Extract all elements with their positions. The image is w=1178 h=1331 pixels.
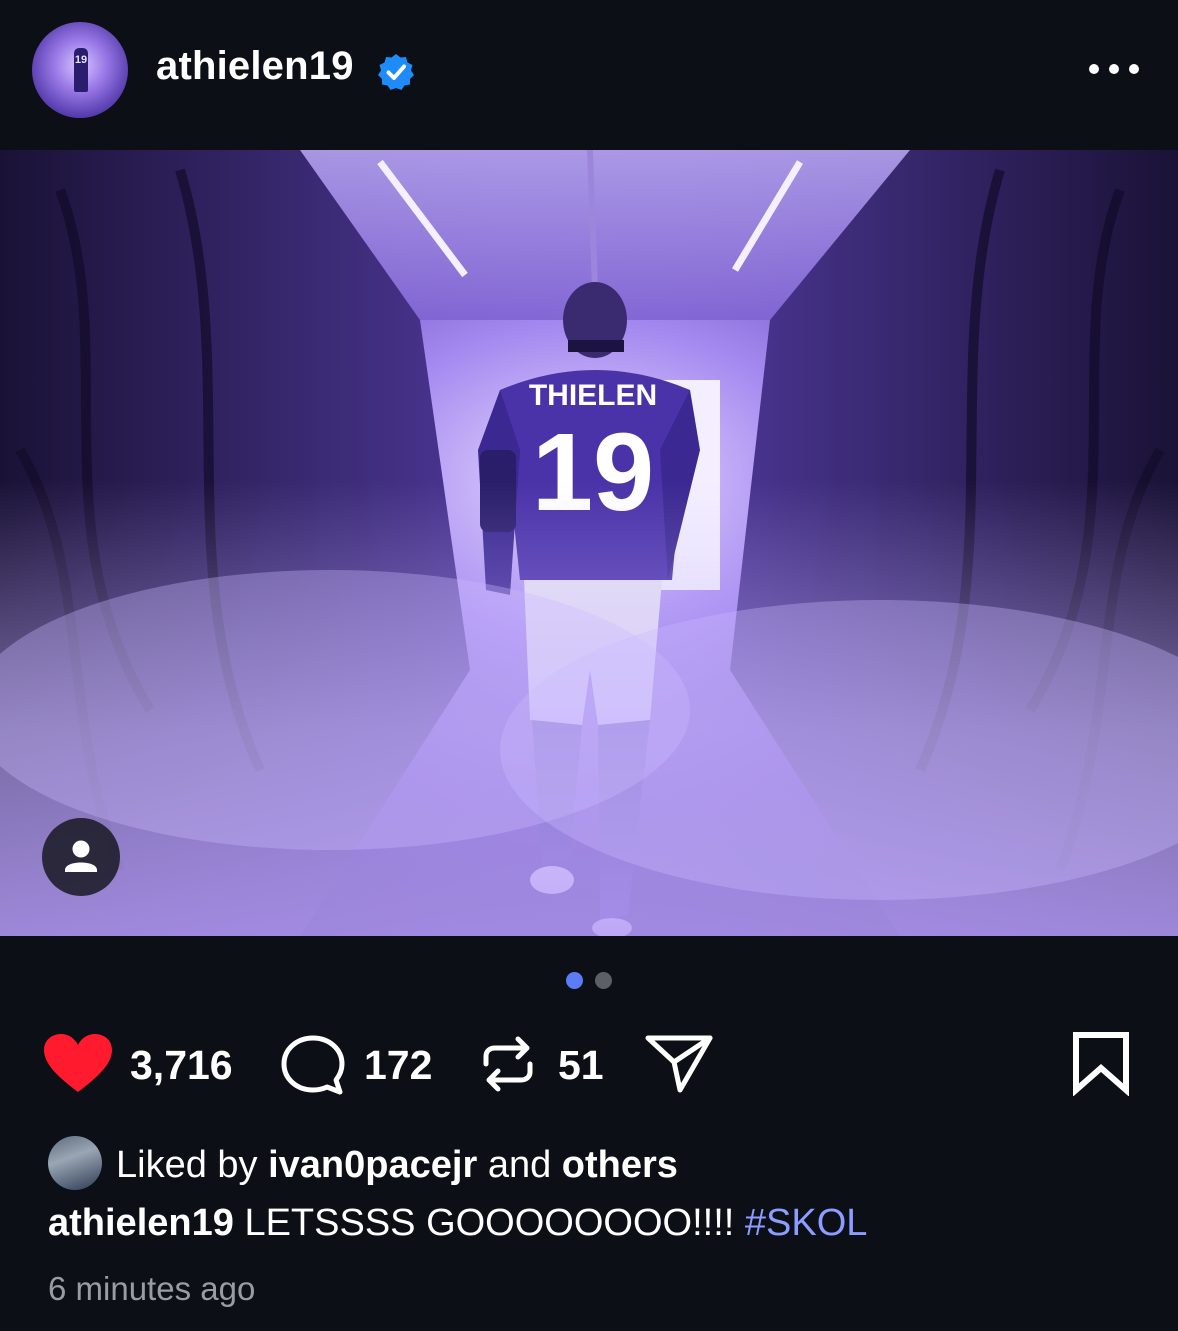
- action-bar: 3,716 172 51: [0, 1024, 1178, 1104]
- jersey-name: THIELEN: [529, 379, 657, 412]
- post-timestamp: 6 minutes ago: [48, 1270, 256, 1307]
- caption-username-link[interactable]: athielen19: [48, 1202, 234, 1244]
- post-photo[interactable]: THIELEN 19: [0, 150, 1178, 936]
- liker-avatar[interactable]: [48, 1136, 102, 1190]
- caption-text: LETSSSS GOOOOOOOO!!!!: [244, 1202, 735, 1244]
- liked-by-others-link[interactable]: others: [562, 1144, 678, 1186]
- liked-by-connector: and: [487, 1144, 552, 1186]
- more-dot: [1129, 64, 1139, 74]
- send-icon[interactable]: [644, 1030, 714, 1096]
- carousel-dot-active[interactable]: [566, 972, 583, 989]
- carousel-dot[interactable]: [595, 972, 612, 989]
- verified-badge-icon: [378, 54, 414, 90]
- repost-count[interactable]: 51: [558, 1042, 604, 1089]
- hashtag-link[interactable]: #SKOL: [745, 1202, 868, 1244]
- repost-icon[interactable]: [476, 1032, 540, 1096]
- more-dot: [1109, 64, 1119, 74]
- more-options-icon[interactable]: [1086, 52, 1142, 86]
- liked-by-prefix: Liked by: [116, 1144, 258, 1186]
- caption: athielen19 LETSSSS GOOOOOOOO!!!! #SKOL: [48, 1202, 867, 1245]
- username-link[interactable]: athielen19: [156, 44, 354, 89]
- heart-filled-icon[interactable]: [42, 1032, 114, 1096]
- tag-people-button[interactable]: [42, 818, 120, 896]
- more-dot: [1089, 64, 1099, 74]
- carousel-indicator: [0, 972, 1178, 990]
- user-avatar[interactable]: 19: [32, 22, 128, 118]
- post-header: 19 athielen19: [0, 0, 1178, 150]
- liked-by-user-link[interactable]: ivan0pacejr: [268, 1144, 477, 1186]
- person-icon: [65, 840, 97, 872]
- avatar-jersey-number: 19: [74, 54, 88, 66]
- comment-bubble-icon[interactable]: [280, 1034, 346, 1096]
- bookmark-icon[interactable]: [1070, 1030, 1132, 1096]
- comment-count[interactable]: 172: [364, 1042, 432, 1089]
- liked-by-text: Liked by ivan0pacejr and others: [116, 1144, 678, 1187]
- tunnel-photo-illustration: THIELEN 19: [0, 150, 1178, 936]
- like-count[interactable]: 3,716: [130, 1042, 233, 1089]
